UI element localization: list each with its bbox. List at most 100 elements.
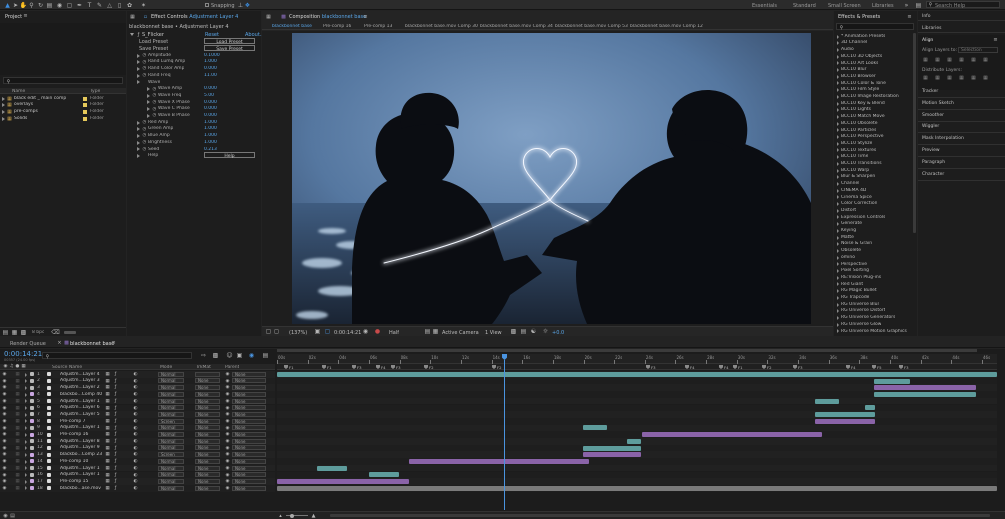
layer-label-color[interactable] (30, 466, 34, 471)
align-icon[interactable]: ▦ (946, 56, 953, 63)
pen-tool-icon[interactable]: ✒ (76, 2, 83, 9)
zoom-slider-knob[interactable] (290, 513, 294, 518)
layer-label-color[interactable] (30, 372, 34, 377)
layer-trkmat-dropdown[interactable]: None (195, 452, 220, 458)
project-col-type[interactable]: Type (90, 89, 100, 94)
layer-expand-icon[interactable] (25, 385, 27, 390)
category-expand-icon[interactable] (837, 68, 839, 72)
view-layout-dropdown[interactable]: 1 View (485, 330, 502, 336)
category-expand-icon[interactable] (837, 101, 839, 106)
layer-trkmat-dropdown[interactable]: None (195, 465, 220, 471)
layer-row[interactable]: ◉ ▦ 2 Adjustm...Layer 3 ▦ ƒ ◐ Normal Non… (0, 377, 275, 385)
brush-tool-icon[interactable]: ✎ (96, 2, 103, 9)
eraser-tool-icon[interactable]: ▯ (116, 2, 123, 9)
pick-whip-icon[interactable]: ◉ (224, 485, 231, 492)
effects-category[interactable]: RG Trapcode (837, 294, 915, 301)
layer-label-color[interactable] (30, 405, 34, 410)
layer-row[interactable]: ◉ ▦ 3 Adjustm...Layer 2 ▦ ƒ ◐ Normal Non… (0, 384, 275, 392)
layer-row[interactable]: ◉ ▦ 12 Adjustm...Layer 9 ▦ ƒ ◐ Normal No… (0, 444, 275, 452)
layer-parent-dropdown[interactable]: None (232, 385, 266, 391)
distribute-icon[interactable]: ▦ (946, 74, 953, 81)
layer-expand-icon[interactable] (25, 432, 27, 437)
layer-expand-icon[interactable] (25, 399, 27, 404)
transparency-grid-icon[interactable]: ▦ (432, 328, 439, 335)
layer-label-color[interactable] (30, 452, 34, 457)
comp-marker[interactable] (685, 365, 689, 369)
info-panel-header[interactable] (918, 11, 1005, 21)
param-expand-icon[interactable] (147, 113, 150, 118)
layer-mode-dropdown[interactable]: Screen (158, 452, 184, 458)
layer-expand-icon[interactable] (25, 426, 27, 431)
camera-tool-icon[interactable]: ▤ (46, 2, 53, 9)
effects-category[interactable]: BCC10 Transitions (837, 160, 915, 167)
selection-tool-icon[interactable]: ➤ (12, 2, 19, 9)
effects-category[interactable]: RG Universe Blur (837, 301, 915, 308)
layer-label-color[interactable] (30, 392, 34, 397)
project-scrollbar[interactable] (64, 331, 76, 334)
workspace-small-screen[interactable]: Small Screen (828, 3, 861, 9)
comp-marker[interactable] (719, 365, 723, 369)
effects-category[interactable]: BCC10 Image Restoration (837, 93, 915, 100)
layer-duration-bar[interactable] (317, 465, 347, 471)
show-channel-icon[interactable]: ● (374, 328, 381, 335)
snap-icon[interactable]: ⊥ (237, 2, 244, 9)
category-expand-icon[interactable] (837, 208, 839, 213)
layer-trkmat-dropdown[interactable]: None (195, 411, 220, 417)
effect-param-value[interactable]: 0.000 (204, 86, 217, 91)
layer-row[interactable]: ◉ ▦ 15 Adjustm...Layer 1 ▦ ƒ ◐ Normal No… (0, 464, 275, 472)
layer-mode-dropdown[interactable]: Normal (158, 411, 184, 417)
effects-category[interactable]: Blur & Sharpen (837, 174, 915, 181)
effect-param-value[interactable]: 1.000 (204, 126, 217, 131)
effects-menu-icon[interactable]: ≡ (906, 13, 913, 20)
project-col-name[interactable]: Name (12, 89, 25, 94)
effect-param-value[interactable]: 5.00 (204, 93, 214, 98)
effects-category[interactable]: Generate (837, 221, 915, 228)
reset-exposure-icon[interactable]: ☼ (542, 328, 549, 335)
category-expand-icon[interactable] (837, 34, 839, 39)
comp-marker[interactable] (391, 365, 395, 369)
param-expand-icon[interactable] (147, 107, 150, 112)
param-expand-icon[interactable] (137, 133, 140, 138)
category-expand-icon[interactable] (837, 155, 839, 160)
layer-duration-bar[interactable] (874, 385, 976, 391)
category-expand-icon[interactable] (837, 262, 839, 267)
folder-expand-icon[interactable] (2, 116, 5, 121)
effects-category[interactable]: BCC10 Perspective (837, 134, 915, 141)
right-panel-item[interactable]: Motion Sketch (922, 101, 954, 106)
category-expand-icon[interactable] (837, 181, 839, 186)
zoom-out-icon[interactable]: ▴ (277, 512, 284, 519)
effects-presets-title[interactable]: Effects & Presets (838, 14, 880, 20)
layer-trkmat-dropdown[interactable]: None (195, 425, 220, 431)
help-button[interactable]: Help (204, 152, 255, 159)
category-expand-icon[interactable] (837, 269, 839, 273)
layer-row[interactable]: ◉ ▦ 18 blackbo...ase.mov ▦ ƒ ◐ Normal No… (0, 484, 275, 492)
category-expand-icon[interactable] (837, 81, 839, 86)
effects-category[interactable]: Channel (837, 180, 915, 187)
layer-expand-icon[interactable] (25, 486, 27, 491)
layer-label-color[interactable] (30, 445, 34, 450)
category-expand-icon[interactable] (837, 61, 839, 66)
category-expand-icon[interactable] (837, 128, 839, 133)
category-expand-icon[interactable] (837, 41, 839, 46)
effects-category[interactable]: Expression Controls (837, 214, 915, 221)
comp-tab[interactable]: Pre-comp 16 (323, 24, 351, 29)
effects-category[interactable]: BCC10 3D Objects (837, 53, 915, 60)
workspace-more-icon[interactable]: » (903, 2, 910, 9)
layer-label-color[interactable] (30, 486, 34, 491)
comp-tab[interactable]: blackbonnet base.mov Comp 12 (630, 24, 703, 29)
layer-row[interactable]: ◉ ▦ 13 blackbo...Comp 23 ▦ ƒ ◐ Screen No… (0, 451, 275, 459)
layer-mode-dropdown[interactable]: Normal (158, 485, 184, 491)
render-queue-tab[interactable]: Render Queue (10, 341, 46, 347)
layer-row[interactable]: ◉ ▦ 16 Adjustm...Layer 1 ▦ ƒ ◐ Normal No… (0, 471, 275, 479)
category-expand-icon[interactable] (837, 282, 839, 287)
layer-trkmat-dropdown[interactable]: None (195, 478, 220, 484)
layer-parent-dropdown[interactable]: None (232, 411, 266, 417)
effects-category[interactable]: RG Universe Motion Graphics (837, 328, 915, 335)
layer-row[interactable]: ◉ ▦ 6 Adjustm...Layer 6 ▦ ƒ ◐ Normal Non… (0, 404, 275, 412)
layer-trkmat-dropdown[interactable]: None (195, 398, 220, 404)
workspace-essentials[interactable]: Essentials (752, 3, 777, 9)
effects-category[interactable]: BCC10 Time (837, 154, 915, 161)
layer-parent-dropdown[interactable]: None (232, 371, 266, 377)
layer-parent-dropdown[interactable]: None (232, 465, 266, 471)
layer-duration-bar[interactable] (583, 452, 641, 458)
